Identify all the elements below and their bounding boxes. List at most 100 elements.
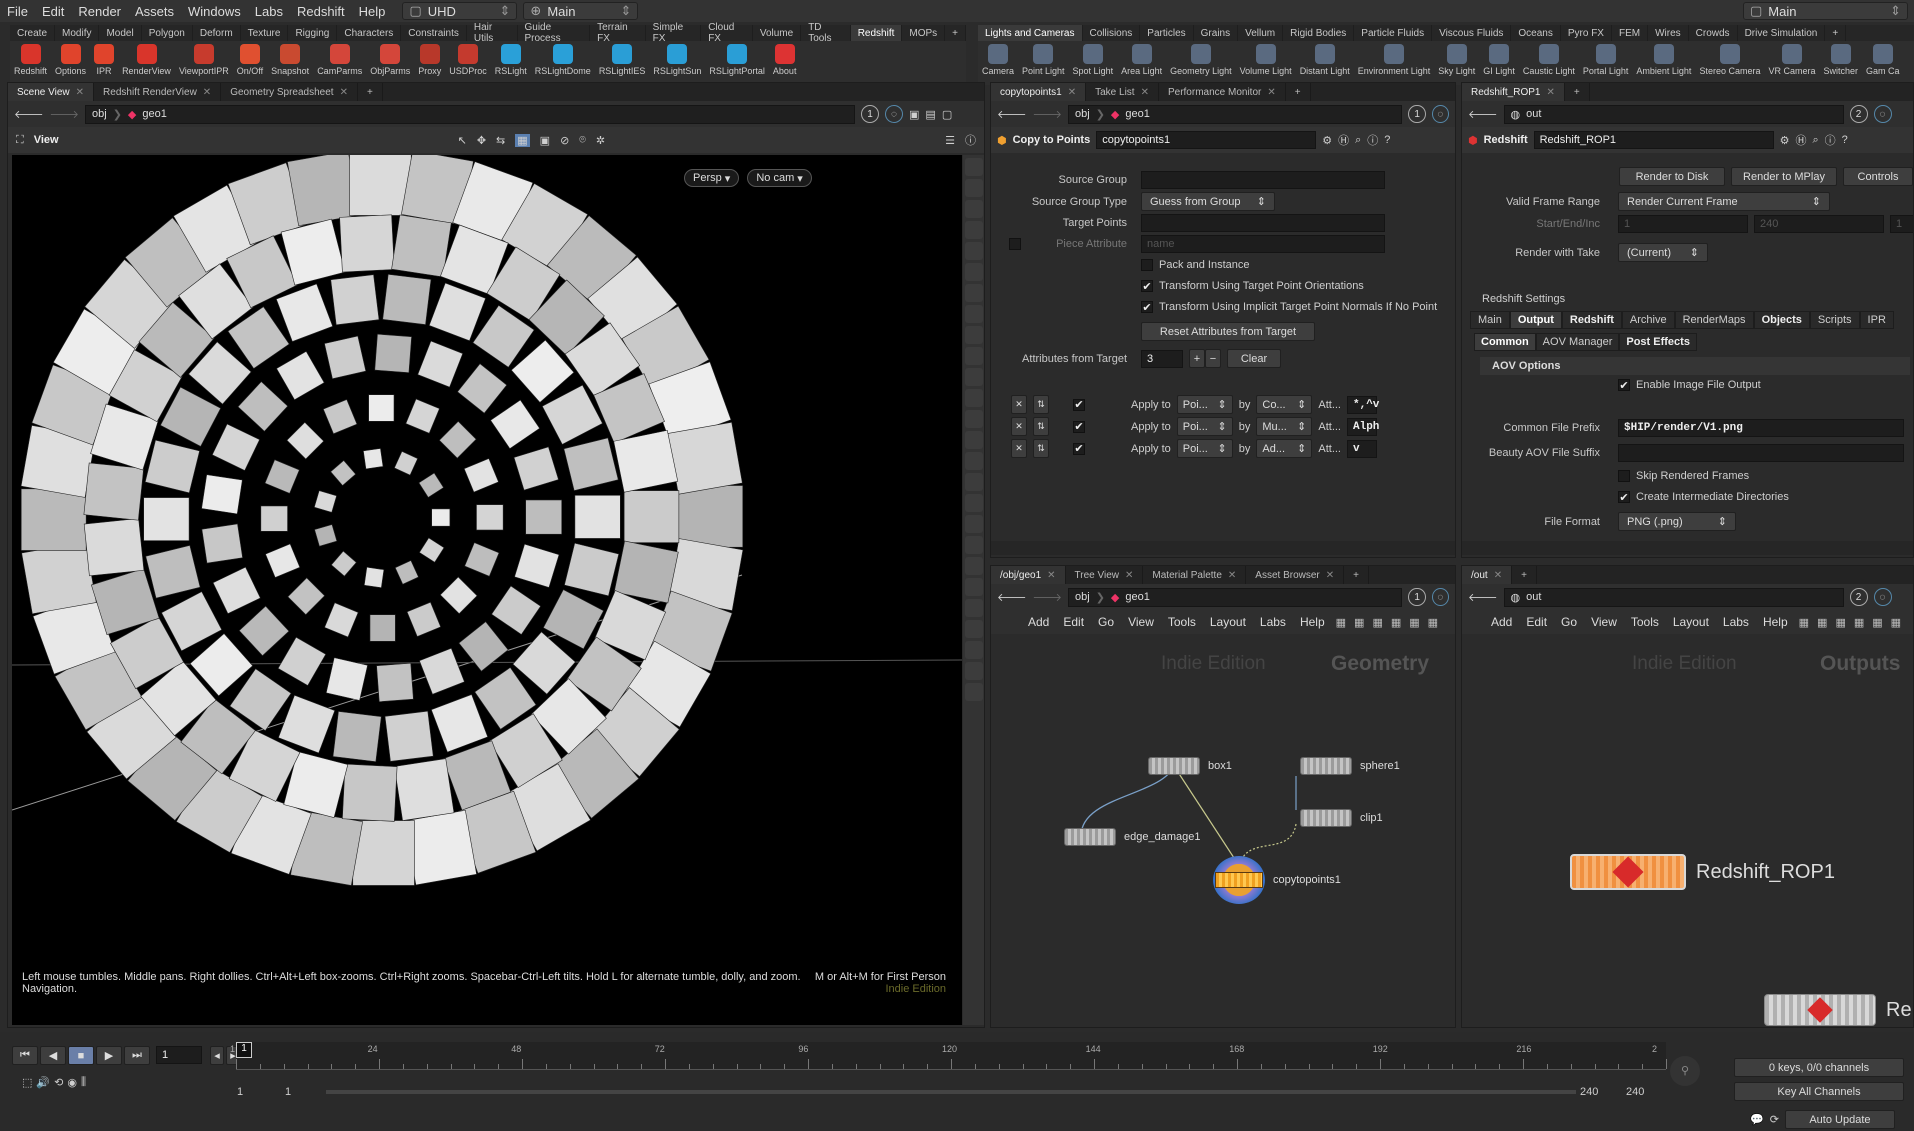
- shelf-tab-guide-process[interactable]: Guide Process: [518, 22, 591, 44]
- menu-assets[interactable]: Assets: [128, 4, 181, 19]
- rop-path-field[interactable]: ◍ out: [1503, 104, 1844, 124]
- piece-attribute-field[interactable]: name: [1141, 235, 1385, 253]
- node-clip1[interactable]: clip1: [1300, 809, 1383, 827]
- scene-path-field[interactable]: obj ❯ ◆ geo1: [85, 104, 855, 124]
- key-icon[interactable]: ⚲: [1670, 1056, 1700, 1086]
- help-h-icon[interactable]: Ⓗ: [1795, 132, 1806, 148]
- pin-counter[interactable]: 1: [1408, 105, 1426, 123]
- shelf-tool-proxy[interactable]: Proxy: [414, 44, 445, 76]
- shelf-tool-usdproc[interactable]: USDProc: [445, 44, 491, 76]
- attributes-field[interactable]: Alph: [1347, 417, 1379, 436]
- shelf-tool-gi-light[interactable]: GI Light: [1479, 44, 1519, 76]
- orientations-checkbox[interactable]: ✔: [1141, 280, 1153, 293]
- apply-to-menu[interactable]: Poi... ⇕: [1176, 439, 1233, 458]
- menu-labs[interactable]: Labs: [248, 4, 290, 19]
- shelf-tool-caustic-light[interactable]: Caustic Light: [1519, 44, 1579, 76]
- shelf-tool-environment-light[interactable]: Environment Light: [1354, 44, 1435, 76]
- light-icon[interactable]: ✲: [596, 134, 605, 147]
- wrench-icon[interactable]: ▦: [1795, 616, 1813, 629]
- viewport[interactable]: Persp ▾ No cam ▾ Left mouse tumbles. Mid…: [12, 155, 962, 1025]
- method-menu[interactable]: Mu... ⇕: [1256, 417, 1313, 436]
- shelf-tab-grains[interactable]: Grains: [1194, 25, 1239, 41]
- close-icon[interactable]: ✕: [340, 87, 348, 98]
- back-arrow-icon[interactable]: 🡐: [997, 107, 1027, 121]
- ghost-icon[interactable]: ⊘: [560, 134, 569, 147]
- viewport-tool-11-icon[interactable]: [965, 389, 983, 407]
- add-tab-button[interactable]: +: [1512, 566, 1537, 584]
- tab-redshift-rop1[interactable]: Redshift_ROP1 ✕: [1462, 83, 1565, 101]
- step-icon[interactable]: ⫼: [81, 1076, 86, 1089]
- tab-performance-monitor[interactable]: Performance Monitor ✕: [1159, 83, 1286, 101]
- rop-tab-ipr[interactable]: IPR: [1859, 311, 1894, 329]
- attributes-field[interactable]: v: [1347, 439, 1377, 458]
- menu-redshift[interactable]: Redshift: [290, 4, 352, 19]
- fullscreen-icon[interactable]: ▢: [942, 108, 952, 121]
- shelf-tool-gam-ca[interactable]: Gam Ca: [1862, 44, 1904, 76]
- shelf-tab-hair-utils[interactable]: Hair Utils: [467, 22, 518, 44]
- rop-tab-main[interactable]: Main: [1470, 311, 1510, 329]
- rop-name-field[interactable]: Redshift_ROP1: [1533, 131, 1774, 149]
- shelf-tool-renderview[interactable]: RenderView: [118, 44, 175, 76]
- close-icon[interactable]: ✕: [1546, 87, 1554, 98]
- playhead[interactable]: 1: [236, 1042, 252, 1058]
- shelf-tool-on-off[interactable]: On/Off: [233, 44, 267, 76]
- viewport-tool-22-icon[interactable]: [965, 620, 983, 638]
- cube-icon[interactable]: ▣: [909, 108, 919, 121]
- viewport-tool-2-icon[interactable]: [965, 200, 983, 218]
- rop-subtab-aov-manager[interactable]: AOV Manager: [1535, 333, 1620, 351]
- shelf-tab-characters[interactable]: Characters: [337, 25, 402, 41]
- info-icon[interactable]: ⓘ: [1825, 132, 1836, 148]
- shelf-tab-rigid-bodies[interactable]: Rigid Bodies: [1283, 25, 1355, 41]
- shelf-tool-stereo-camera[interactable]: Stereo Camera: [1695, 44, 1764, 76]
- tab-geometry-spreadsheet[interactable]: Geometry Spreadsheet ✕: [221, 83, 358, 101]
- shelf-tab-cloud-fx[interactable]: Cloud FX: [701, 22, 753, 44]
- shelf-tab-constraints[interactable]: Constraints: [401, 25, 467, 41]
- shelf-tab-vellum[interactable]: Vellum: [1238, 25, 1284, 41]
- forward-arrow-icon[interactable]: 🡒: [1033, 107, 1063, 121]
- shelf-tool-camera[interactable]: Camera: [978, 44, 1018, 76]
- shelf-tab-polygon[interactable]: Polygon: [142, 25, 193, 41]
- shelf-tool-area-light[interactable]: Area Light: [1117, 44, 1166, 76]
- network-menu-view[interactable]: View: [1584, 615, 1624, 629]
- source-group-field[interactable]: [1141, 171, 1385, 189]
- close-icon[interactable]: ✕: [76, 87, 84, 98]
- key-all-channels-button[interactable]: Key All Channels: [1734, 1082, 1904, 1101]
- info-icon[interactable]: ⓘ: [1367, 132, 1378, 148]
- play-button[interactable]: ▶: [96, 1046, 122, 1065]
- viewport-tool-6-icon[interactable]: [965, 284, 983, 302]
- viewport-tool-16-icon[interactable]: [965, 494, 983, 512]
- close-icon[interactable]: ✕: [1267, 87, 1275, 98]
- shelf-tab-fem[interactable]: FEM: [1612, 25, 1649, 41]
- skip-rendered-checkbox[interactable]: [1618, 470, 1630, 482]
- apply-to-menu[interactable]: Poi... ⇕: [1176, 417, 1233, 436]
- param-scrollbar[interactable]: [991, 541, 1455, 555]
- view-label[interactable]: View: [34, 134, 59, 146]
- start-frame-field[interactable]: 1: [1618, 215, 1748, 233]
- shelf-tool-snapshot[interactable]: Snapshot: [267, 44, 313, 76]
- apply-row-checkbox[interactable]: ✔: [1073, 420, 1085, 433]
- viewport-tool-12-icon[interactable]: [965, 410, 983, 428]
- move-row-button[interactable]: ⇅: [1033, 439, 1049, 458]
- rop-tab-objects[interactable]: Objects: [1753, 311, 1810, 329]
- shelf-tool-redshift[interactable]: Redshift: [10, 44, 51, 76]
- network-menu-tools[interactable]: Tools: [1624, 615, 1666, 629]
- back-arrow-icon[interactable]: 🡐: [1468, 107, 1498, 121]
- network-menu-help[interactable]: Help: [1756, 615, 1795, 629]
- tab-out[interactable]: /out ✕: [1462, 566, 1513, 584]
- network-menu-layout[interactable]: Layout: [1666, 615, 1716, 629]
- viewport-tool-7-icon[interactable]: [965, 305, 983, 323]
- shelf-tab-model[interactable]: Model: [99, 25, 142, 41]
- menu-help[interactable]: Help: [352, 4, 393, 19]
- apply-row-checkbox[interactable]: ✔: [1073, 398, 1085, 411]
- network-out-path-field[interactable]: ◍ out: [1503, 587, 1844, 607]
- end-frame-field[interactable]: 240: [1754, 215, 1884, 233]
- search-icon[interactable]: ⌕: [1812, 134, 1818, 147]
- audio-icon[interactable]: 🔊: [36, 1076, 50, 1089]
- reset-attributes-button[interactable]: Reset Attributes from Target: [1141, 322, 1315, 341]
- rop-subtab-common[interactable]: Common: [1474, 333, 1536, 351]
- viewport-tool-20-icon[interactable]: [965, 578, 983, 596]
- pin-counter[interactable]: 2: [1849, 588, 1868, 606]
- link-icon[interactable]: ◌: [1873, 105, 1892, 123]
- link-icon[interactable]: ◌: [1873, 588, 1892, 606]
- viewport-tool-5-icon[interactable]: [965, 263, 983, 281]
